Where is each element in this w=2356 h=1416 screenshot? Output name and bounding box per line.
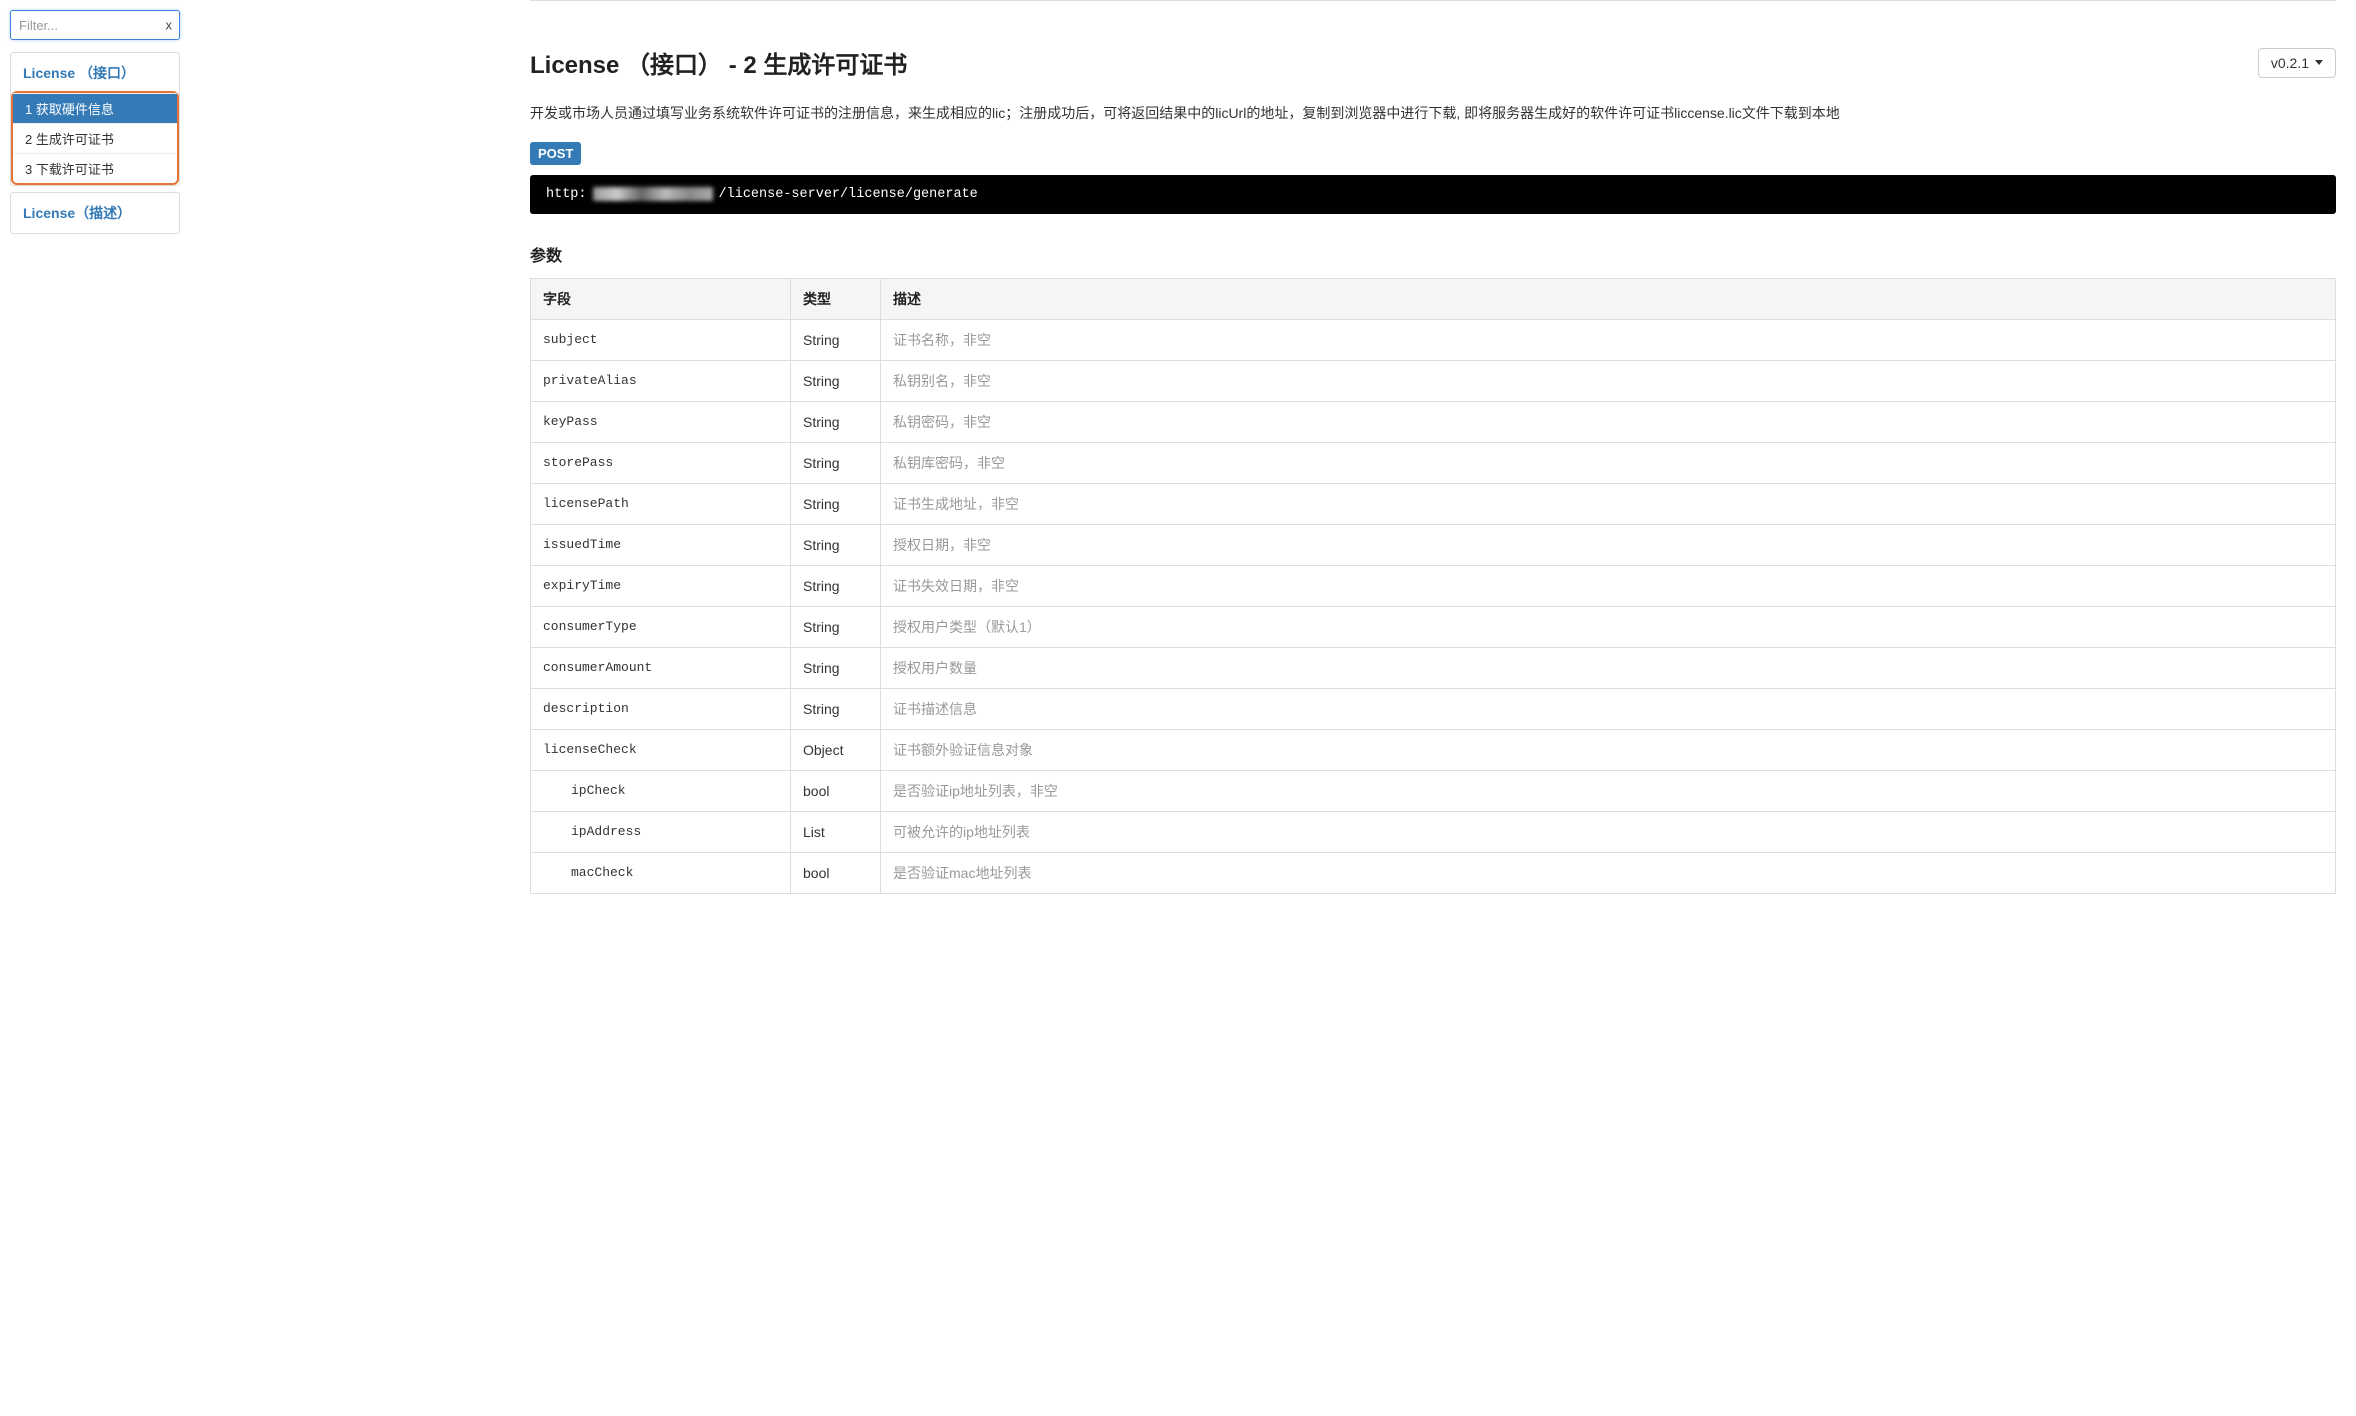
param-desc: 是否验证mac地址列表 bbox=[881, 852, 2336, 893]
param-field: storePass bbox=[531, 442, 791, 483]
param-field: consumerAmount bbox=[531, 647, 791, 688]
param-desc: 授权用户类型（默认1） bbox=[881, 606, 2336, 647]
version-label: v0.2.1 bbox=[2271, 55, 2309, 71]
sidebar: x License （接口）1 获取硬件信息2 生成许可证书3 下载许可证书Li… bbox=[0, 0, 190, 1416]
table-row: macCheckbool是否验证mac地址列表 bbox=[531, 852, 2336, 893]
table-row: consumerTypeString授权用户类型（默认1） bbox=[531, 606, 2336, 647]
param-type: String bbox=[791, 606, 881, 647]
param-type: String bbox=[791, 319, 881, 360]
param-field: issuedTime bbox=[531, 524, 791, 565]
param-field: subject bbox=[531, 319, 791, 360]
col-type: 类型 bbox=[791, 278, 881, 319]
param-desc: 证书名称，非空 bbox=[881, 319, 2336, 360]
nav-group: License （接口）1 获取硬件信息2 生成许可证书3 下载许可证书 bbox=[10, 52, 180, 186]
table-row: issuedTimeString授权日期，非空 bbox=[531, 524, 2336, 565]
param-type: String bbox=[791, 442, 881, 483]
table-row: storePassString私钥库密码，非空 bbox=[531, 442, 2336, 483]
api-description: 开发或市场人员通过填写业务系统软件许可证书的注册信息，来生成相应的lic；注册成… bbox=[530, 102, 2336, 126]
sidebar-item[interactable]: 2 生成许可证书 bbox=[13, 123, 177, 153]
table-row: ipAddressList可被允许的ip地址列表 bbox=[531, 811, 2336, 852]
param-desc: 授权用户数量 bbox=[881, 647, 2336, 688]
table-row: licenseCheckObject证书额外验证信息对象 bbox=[531, 729, 2336, 770]
url-suffix: /license-server/license/generate bbox=[719, 187, 978, 202]
param-desc: 授权日期，非空 bbox=[881, 524, 2336, 565]
param-type: bool bbox=[791, 770, 881, 811]
param-type: String bbox=[791, 360, 881, 401]
table-row: descriptionString证书描述信息 bbox=[531, 688, 2336, 729]
col-field: 字段 bbox=[531, 278, 791, 319]
url-prefix: http: bbox=[546, 187, 587, 202]
param-desc: 证书额外验证信息对象 bbox=[881, 729, 2336, 770]
request-url-block: http: /license-server/license/generate bbox=[530, 175, 2336, 214]
top-divider bbox=[530, 0, 2336, 1]
param-desc: 证书生成地址，非空 bbox=[881, 483, 2336, 524]
param-type: String bbox=[791, 565, 881, 606]
table-row: keyPassString私钥密码，非空 bbox=[531, 401, 2336, 442]
nav-group-title[interactable]: License （接口） bbox=[11, 53, 179, 93]
param-desc: 可被允许的ip地址列表 bbox=[881, 811, 2336, 852]
filter-input[interactable] bbox=[10, 10, 180, 40]
param-field: expiryTime bbox=[531, 565, 791, 606]
table-row: expiryTimeString证书失效日期，非空 bbox=[531, 565, 2336, 606]
version-dropdown[interactable]: v0.2.1 bbox=[2258, 48, 2336, 78]
clear-icon[interactable]: x bbox=[166, 18, 173, 33]
param-field: keyPass bbox=[531, 401, 791, 442]
nav-items: 1 获取硬件信息2 生成许可证书3 下载许可证书 bbox=[11, 91, 179, 185]
main-content: License （接口） - 2 生成许可证书 v0.2.1 开发或市场人员通过… bbox=[190, 0, 2356, 1416]
sidebar-item[interactable]: 1 获取硬件信息 bbox=[13, 93, 177, 123]
param-field: description bbox=[531, 688, 791, 729]
param-desc: 私钥密码，非空 bbox=[881, 401, 2336, 442]
col-desc: 描述 bbox=[881, 278, 2336, 319]
chevron-down-icon bbox=[2315, 60, 2323, 65]
nav-group-title[interactable]: License（描述） bbox=[11, 193, 179, 233]
param-field: macCheck bbox=[531, 852, 791, 893]
table-row: subjectString证书名称，非空 bbox=[531, 319, 2336, 360]
page-header: License （接口） - 2 生成许可证书 v0.2.1 bbox=[530, 45, 2336, 80]
table-row: ipCheckbool是否验证ip地址列表，非空 bbox=[531, 770, 2336, 811]
table-row: consumerAmountString授权用户数量 bbox=[531, 647, 2336, 688]
filter-wrap: x bbox=[10, 10, 180, 40]
param-type: String bbox=[791, 688, 881, 729]
param-field: consumerType bbox=[531, 606, 791, 647]
url-redacted bbox=[593, 187, 713, 201]
param-desc: 证书失效日期，非空 bbox=[881, 565, 2336, 606]
params-section-title: 参数 bbox=[530, 242, 2336, 266]
param-type: Object bbox=[791, 729, 881, 770]
sidebar-item[interactable]: 3 下载许可证书 bbox=[13, 153, 177, 183]
param-type: String bbox=[791, 401, 881, 442]
param-desc: 是否验证ip地址列表，非空 bbox=[881, 770, 2336, 811]
table-row: privateAliasString私钥别名，非空 bbox=[531, 360, 2336, 401]
param-type: String bbox=[791, 483, 881, 524]
table-row: licensePathString证书生成地址，非空 bbox=[531, 483, 2336, 524]
param-field: licensePath bbox=[531, 483, 791, 524]
page-title: License （接口） - 2 生成许可证书 bbox=[530, 45, 907, 80]
param-desc: 私钥别名，非空 bbox=[881, 360, 2336, 401]
param-type: List bbox=[791, 811, 881, 852]
param-field: licenseCheck bbox=[531, 729, 791, 770]
params-table: 字段 类型 描述 subjectString证书名称，非空privateAlia… bbox=[530, 278, 2336, 894]
http-method-badge: POST bbox=[530, 142, 581, 165]
param-type: String bbox=[791, 524, 881, 565]
param-type: String bbox=[791, 647, 881, 688]
param-desc: 证书描述信息 bbox=[881, 688, 2336, 729]
param-field: privateAlias bbox=[531, 360, 791, 401]
nav-group: License（描述） bbox=[10, 192, 180, 234]
param-type: bool bbox=[791, 852, 881, 893]
table-header-row: 字段 类型 描述 bbox=[531, 278, 2336, 319]
param-desc: 私钥库密码，非空 bbox=[881, 442, 2336, 483]
param-field: ipAddress bbox=[531, 811, 791, 852]
param-field: ipCheck bbox=[531, 770, 791, 811]
